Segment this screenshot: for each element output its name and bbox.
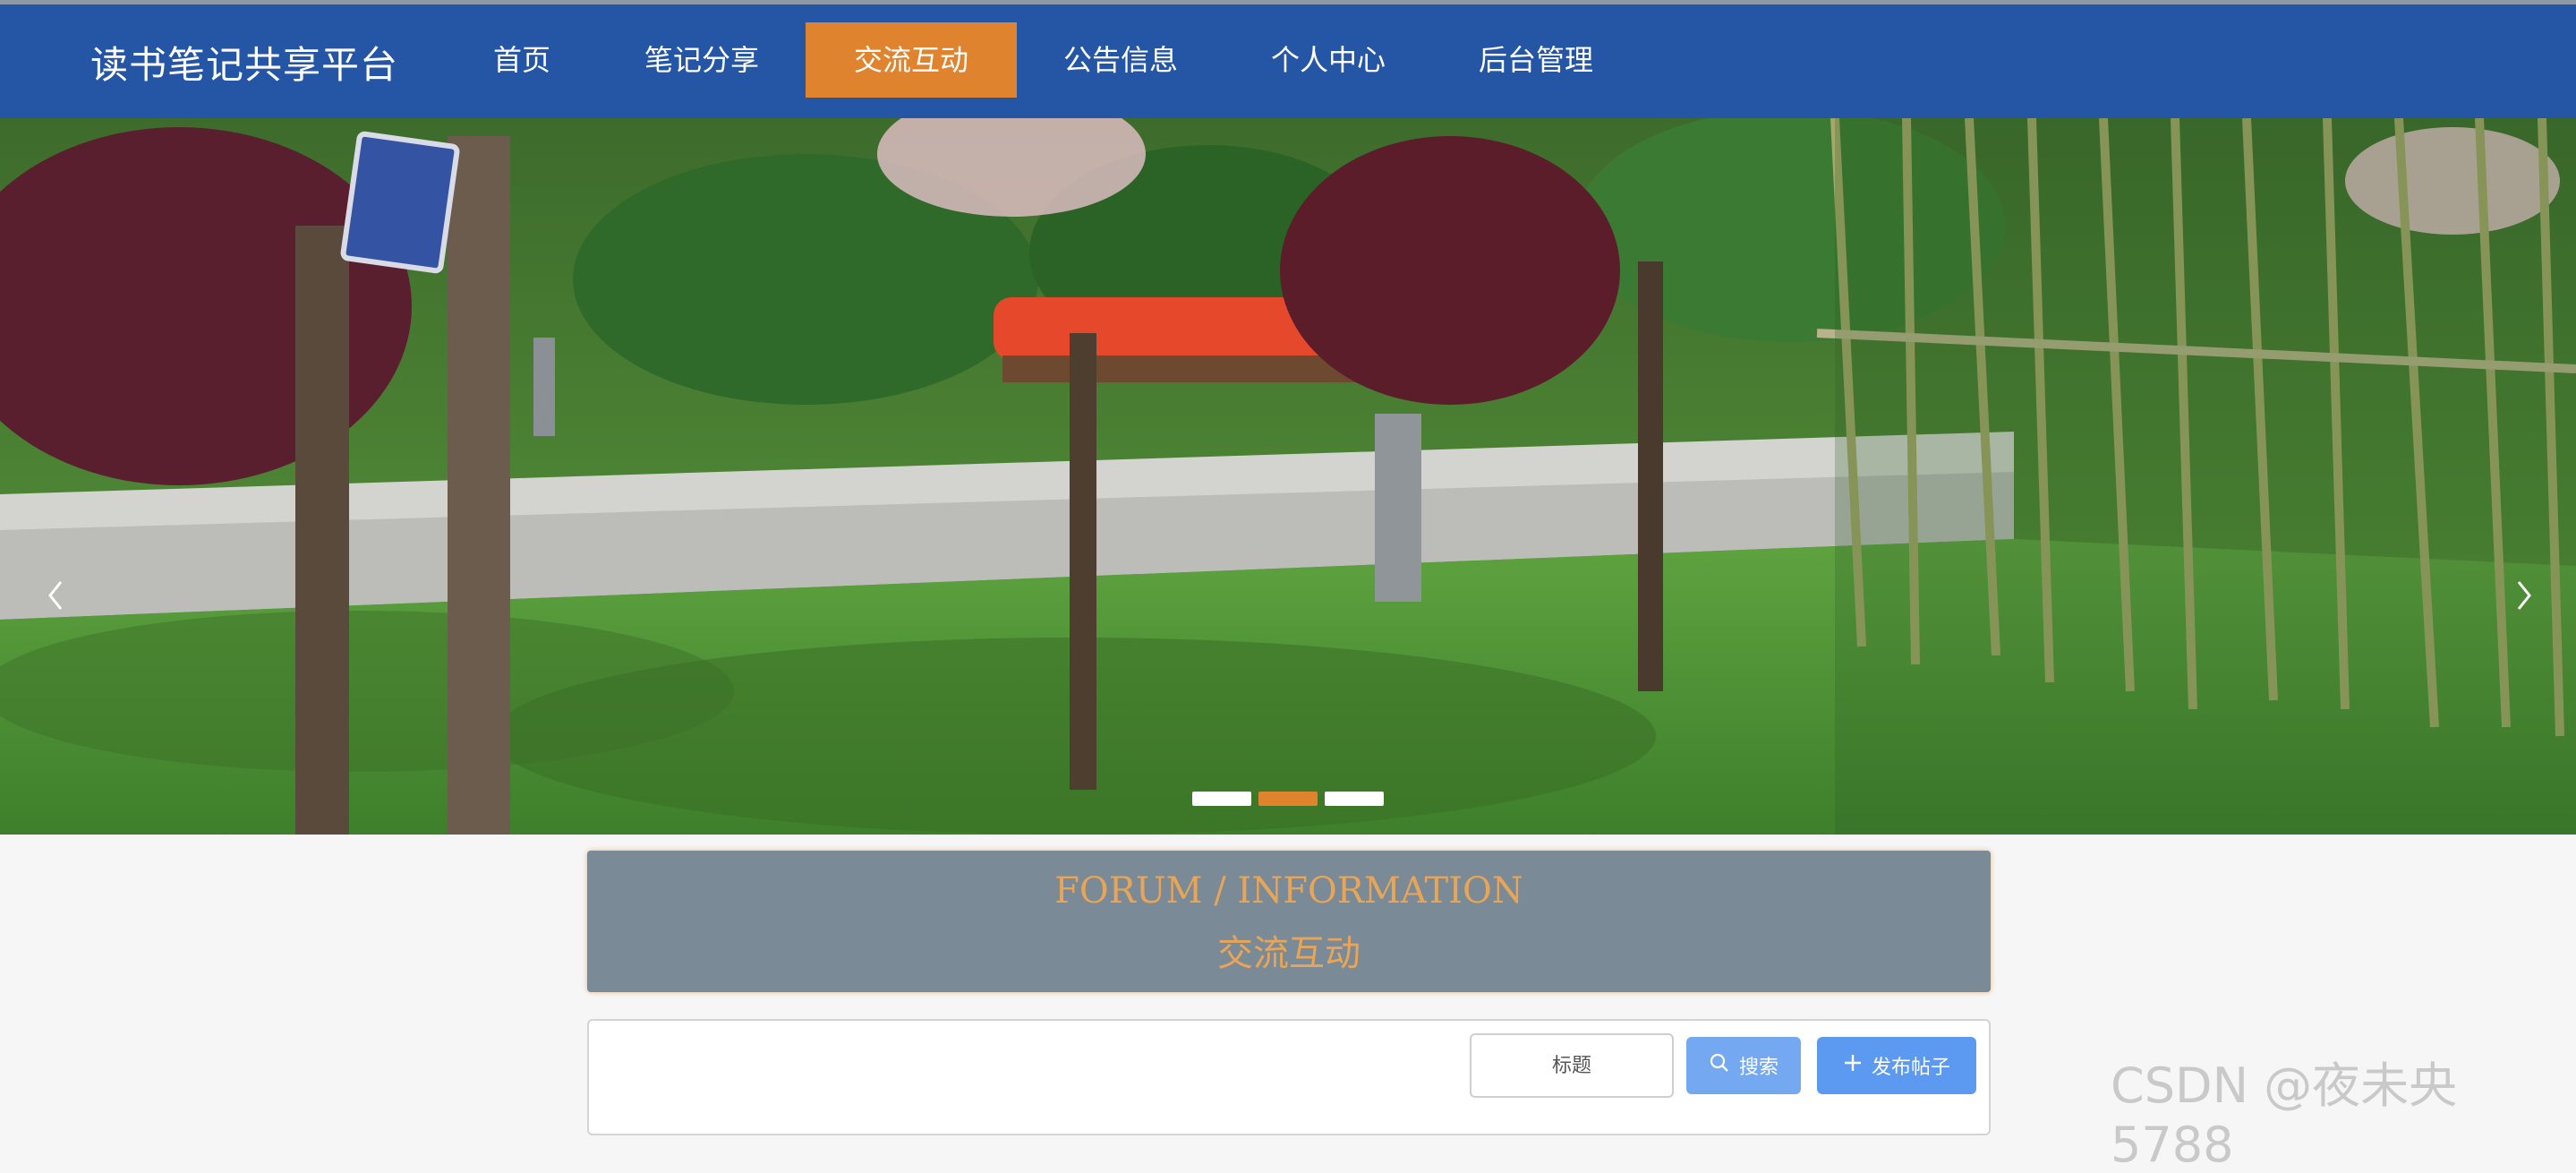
- nav-forum[interactable]: 交流互动: [806, 22, 1017, 98]
- chevron-right-icon: [2517, 581, 2531, 610]
- plus-icon: [1843, 1053, 1863, 1078]
- nav-admin[interactable]: 后台管理: [1464, 22, 1608, 98]
- watermark: CSDN @夜未央5788: [2111, 1057, 2458, 1173]
- nav-announcements[interactable]: 公告信息: [1045, 22, 1196, 98]
- nav-home[interactable]: 首页: [480, 22, 564, 98]
- chevron-left-icon: [48, 581, 63, 610]
- carousel-next-button[interactable]: [2506, 564, 2542, 627]
- section-title-cn: 交流互动: [1217, 933, 1361, 974]
- carousel-prev-button[interactable]: [38, 564, 73, 627]
- section-header: FORUM / INFORMATION 交流互动: [587, 851, 1991, 992]
- publish-post-label: 发布帖子: [1871, 1057, 1950, 1079]
- banner-image: [0, 118, 2576, 835]
- carousel-dot-3[interactable]: [1325, 792, 1384, 806]
- search-button[interactable]: 搜索: [1686, 1037, 1801, 1094]
- nav-note-share[interactable]: 笔记分享: [635, 22, 768, 98]
- publish-post-button[interactable]: 发布帖子: [1817, 1037, 1976, 1094]
- carousel-dot-1[interactable]: [1192, 792, 1251, 806]
- carousel-dot-2[interactable]: [1258, 792, 1318, 806]
- site-brand[interactable]: 读书笔记共享平台: [90, 35, 398, 90]
- section-title-en: FORUM / INFORMATION: [1054, 870, 1523, 912]
- nav-personal-center[interactable]: 个人中心: [1255, 22, 1402, 98]
- magnifier-icon: [1709, 1052, 1730, 1079]
- carousel-banner: [0, 118, 2576, 835]
- top-navbar: 读书笔记共享平台 首页 笔记分享 交流互动 公告信息 个人中心 后台管理: [0, 0, 2576, 118]
- title-search-input[interactable]: [1470, 1033, 1674, 1098]
- search-button-label: 搜索: [1738, 1057, 1778, 1079]
